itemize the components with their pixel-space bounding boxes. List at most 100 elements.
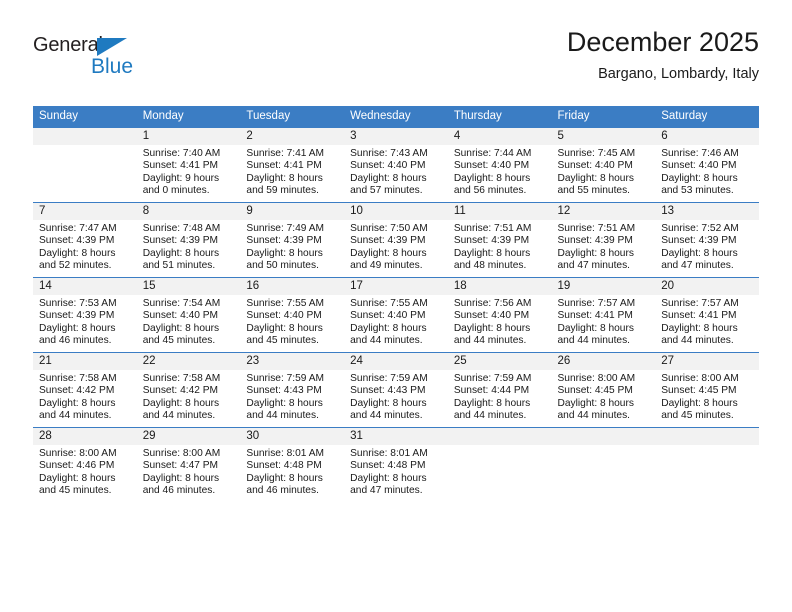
calendar-day-cell[interactable]: 26 Sunrise: 8:00 AM Sunset: 4:45 PM Dayl… [551,352,656,428]
daylight-text-line2: and 47 minutes. [557,260,631,272]
calendar-day-cell[interactable]: 15 Sunrise: 7:54 AM Sunset: 4:40 PM Dayl… [136,277,241,353]
calendar-day-cell[interactable]: 14 Sunrise: 7:53 AM Sunset: 4:39 PM Dayl… [33,277,137,353]
calendar-day-cell[interactable]: 11 Sunrise: 7:51 AM Sunset: 4:39 PM Dayl… [447,202,552,278]
sunrise-text: Sunrise: 7:59 AM [453,373,532,384]
calendar-day-cell[interactable]: 24 Sunrise: 7:59 AM Sunset: 4:43 PM Dayl… [344,352,448,428]
calendar-day-cell[interactable]: 25 Sunrise: 7:59 AM Sunset: 4:44 PM Dayl… [447,352,552,428]
day-info: Sunrise: 7:48 AM Sunset: 4:39 PM Dayligh… [137,220,241,273]
day-info: Sunrise: 7:50 AM Sunset: 4:39 PM Dayligh… [344,220,448,273]
sunset-text: Sunset: 4:43 PM [350,385,426,397]
sunset-text: Sunset: 4:47 PM [142,460,219,472]
daylight-text-line2: and 45 minutes. [39,485,112,497]
daylight-text-line2: and 44 minutes. [246,410,319,422]
day-info: Sunrise: 7:52 AM Sunset: 4:39 PM Dayligh… [655,220,759,273]
day-info: Sunrise: 8:00 AM Sunset: 4:47 PM Dayligh… [137,445,241,498]
daylight-text-line2: and 46 minutes. [246,485,319,497]
daylight-text-line1: Daylight: 8 hours [246,397,323,409]
sunset-text: Sunset: 4:39 PM [350,235,426,247]
daylight-text-line2: and 44 minutes. [557,335,631,347]
calendar-day-cell[interactable]: 20 Sunrise: 7:57 AM Sunset: 4:41 PM Dayl… [655,277,759,353]
sunrise-text: Sunrise: 8:00 AM [39,448,117,459]
calendar-day-cell[interactable]: 28 Sunrise: 8:00 AM Sunset: 4:46 PM Dayl… [33,427,137,502]
day-number: 21 [33,353,137,370]
daylight-text-line1: Daylight: 8 hours [39,247,116,259]
calendar-day-cell[interactable]: 31 Sunrise: 8:01 AM Sunset: 4:48 PM Dayl… [344,427,448,502]
logo-text-general: General [33,34,103,56]
daylight-text-line1: Daylight: 8 hours [246,172,323,184]
calendar-day-cell[interactable]: 1 Sunrise: 7:40 AM Sunset: 4:41 PM Dayli… [136,128,241,203]
calendar-day-cell[interactable]: 23 Sunrise: 7:59 AM Sunset: 4:43 PM Dayl… [240,352,345,428]
daylight-text-line1: Daylight: 8 hours [142,247,220,259]
calendar-day-cell[interactable]: 13 Sunrise: 7:52 AM Sunset: 4:39 PM Dayl… [655,202,759,278]
logo-text-blue: Blue [91,55,134,78]
sunset-text: Sunset: 4:41 PM [246,160,322,172]
calendar-day-cell[interactable]: 16 Sunrise: 7:55 AM Sunset: 4:40 PM Dayl… [240,277,345,353]
day-info: Sunrise: 7:41 AM Sunset: 4:41 PM Dayligh… [240,145,344,198]
calendar-day-cell[interactable]: 30 Sunrise: 8:01 AM Sunset: 4:48 PM Dayl… [240,427,345,502]
daylight-text-line1: Daylight: 8 hours [453,247,531,259]
day-number: 17 [344,278,448,295]
day-number: 9 [240,203,345,220]
day-number: 5 [551,128,656,145]
calendar-day-cell[interactable]: 18 Sunrise: 7:56 AM Sunset: 4:40 PM Dayl… [447,277,552,353]
daylight-text-line1: Daylight: 8 hours [661,397,738,409]
calendar-day-cell[interactable]: 21 Sunrise: 7:58 AM Sunset: 4:42 PM Dayl… [33,352,137,428]
sunrise-text: Sunrise: 7:59 AM [350,373,428,384]
calendar-day-cell[interactable] [33,128,137,203]
calendar-day-cell[interactable]: 8 Sunrise: 7:48 AM Sunset: 4:39 PM Dayli… [136,202,241,278]
day-info: Sunrise: 7:59 AM Sunset: 4:44 PM Dayligh… [448,370,552,423]
calendar-day-cell[interactable]: 9 Sunrise: 7:49 AM Sunset: 4:39 PM Dayli… [240,202,345,278]
calendar-day-cell[interactable]: 4 Sunrise: 7:44 AM Sunset: 4:40 PM Dayli… [447,128,552,203]
calendar-day-cell[interactable]: 17 Sunrise: 7:55 AM Sunset: 4:40 PM Dayl… [344,277,448,353]
calendar-day-cell[interactable] [551,427,656,502]
day-info: Sunrise: 7:55 AM Sunset: 4:40 PM Dayligh… [344,295,448,348]
calendar-day-cell[interactable]: 6 Sunrise: 7:46 AM Sunset: 4:40 PM Dayli… [655,128,759,203]
calendar-page: General Blue December 2025 Bargano, Lomb… [0,0,792,612]
day-info: Sunrise: 7:43 AM Sunset: 4:40 PM Dayligh… [344,145,448,198]
daylight-text-line2: and 44 minutes. [142,410,216,422]
day-number: 29 [136,428,241,445]
sunrise-text: Sunrise: 7:58 AM [39,373,117,384]
sunset-text: Sunset: 4:44 PM [453,385,530,397]
sunrise-text: Sunrise: 7:47 AM [39,223,117,234]
sunrise-text: Sunrise: 7:43 AM [350,148,428,159]
day-info [33,145,137,148]
day-number: 2 [240,128,345,145]
day-info: Sunrise: 7:57 AM Sunset: 4:41 PM Dayligh… [552,295,656,348]
sunset-text: Sunset: 4:39 PM [453,235,530,247]
daylight-text-line2: and 52 minutes. [39,260,112,272]
calendar-day-cell[interactable]: 2 Sunrise: 7:41 AM Sunset: 4:41 PM Dayli… [240,128,345,203]
calendar-day-cell[interactable]: 12 Sunrise: 7:51 AM Sunset: 4:39 PM Dayl… [551,202,656,278]
calendar-day-cell[interactable]: 10 Sunrise: 7:50 AM Sunset: 4:39 PM Dayl… [344,202,448,278]
sunrise-text: Sunrise: 7:57 AM [557,298,636,309]
sunrise-text: Sunrise: 7:41 AM [246,148,324,159]
calendar-day-cell[interactable]: 29 Sunrise: 8:00 AM Sunset: 4:47 PM Dayl… [136,427,241,502]
sunset-text: Sunset: 4:41 PM [142,160,219,172]
calendar-day-cell[interactable]: 5 Sunrise: 7:45 AM Sunset: 4:40 PM Dayli… [551,128,656,203]
daylight-text-line1: Daylight: 8 hours [246,247,323,259]
daylight-text-line1: Daylight: 8 hours [661,322,738,334]
sunrise-text: Sunrise: 7:58 AM [142,373,221,384]
day-number: 24 [344,353,448,370]
daylight-text-line1: Daylight: 8 hours [350,472,427,484]
calendar-day-cell[interactable] [447,427,552,502]
page-header: General Blue December 2025 Bargano, Lomb… [33,26,759,96]
calendar-day-cell[interactable]: 27 Sunrise: 8:00 AM Sunset: 4:45 PM Dayl… [655,352,759,428]
calendar-day-cell[interactable]: 7 Sunrise: 7:47 AM Sunset: 4:39 PM Dayli… [33,202,137,278]
calendar-day-cell[interactable]: 19 Sunrise: 7:57 AM Sunset: 4:41 PM Dayl… [551,277,656,353]
page-subtitle: Bargano, Lombardy, Italy [598,66,759,82]
calendar-day-cell[interactable]: 3 Sunrise: 7:43 AM Sunset: 4:40 PM Dayli… [344,128,448,203]
daylight-text-line2: and 46 minutes. [39,335,112,347]
day-info: Sunrise: 7:49 AM Sunset: 4:39 PM Dayligh… [240,220,344,273]
day-info: Sunrise: 7:59 AM Sunset: 4:43 PM Dayligh… [240,370,344,423]
general-blue-logo[interactable]: General Blue [33,34,173,84]
calendar-day-cell[interactable]: 22 Sunrise: 7:58 AM Sunset: 4:42 PM Dayl… [136,352,241,428]
day-number: 23 [240,353,345,370]
sunrise-text: Sunrise: 7:53 AM [39,298,117,309]
calendar-day-cell[interactable] [655,427,759,502]
day-number: 31 [344,428,448,445]
daylight-text-line2: and 45 minutes. [142,335,216,347]
sunset-text: Sunset: 4:39 PM [39,310,115,322]
calendar-week-row: 28 Sunrise: 8:00 AM Sunset: 4:46 PM Dayl… [33,427,759,502]
day-info: Sunrise: 7:40 AM Sunset: 4:41 PM Dayligh… [137,145,241,198]
